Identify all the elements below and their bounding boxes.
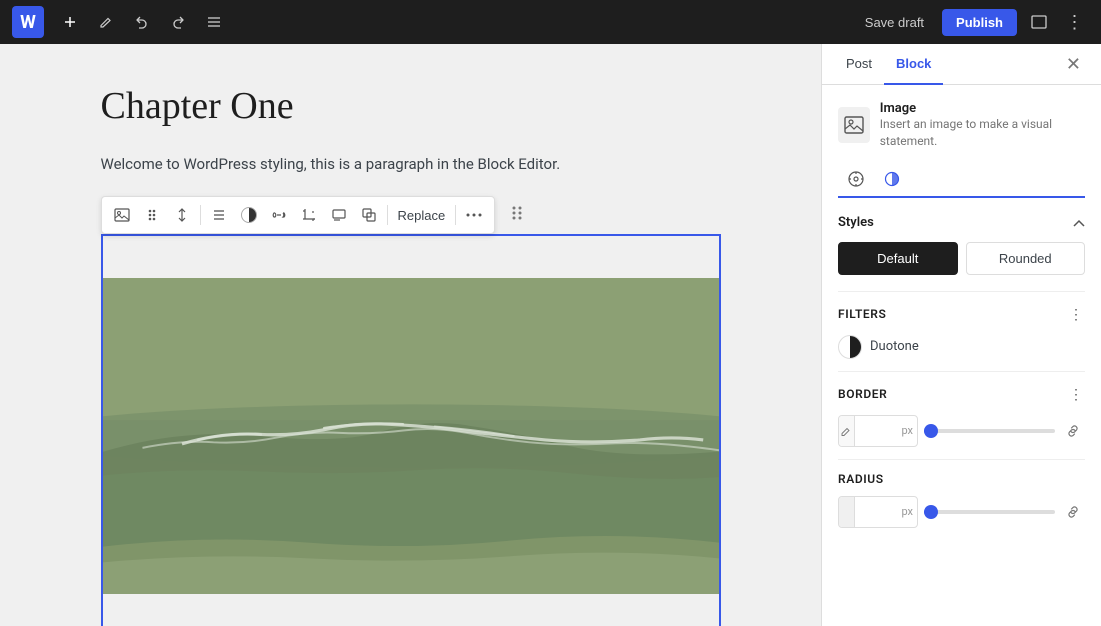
- styles-title: Styles: [838, 215, 874, 230]
- border-px-label: px: [901, 424, 917, 437]
- styles-section-header: Styles: [838, 214, 1085, 232]
- radius-px-input[interactable]: [855, 497, 902, 527]
- style-rounded-button[interactable]: Rounded: [966, 242, 1086, 275]
- sidebar-tabs: Post Block ✕: [822, 44, 1101, 85]
- style-default-button[interactable]: Default: [838, 242, 958, 275]
- block-type-title: Image: [880, 101, 1085, 116]
- tab-post[interactable]: Post: [834, 44, 884, 85]
- styles-section: Styles Default Rounded: [838, 214, 1085, 275]
- add-block-button[interactable]: [56, 8, 84, 36]
- block-type-icon: [838, 107, 870, 143]
- border-edit-icon: [839, 416, 855, 446]
- redo-button[interactable]: [164, 8, 192, 36]
- ocean-image: [103, 236, 719, 626]
- filters-section: Filters ⋮ Duotone: [838, 291, 1085, 359]
- editor-content: Chapter One Welcome to WordPress styling…: [101, 84, 721, 586]
- sidebar-body: Image Insert an image to make a visual s…: [822, 85, 1101, 552]
- toolbar-separator-1: [200, 205, 201, 225]
- radius-link-button[interactable]: [1061, 500, 1085, 524]
- tab-block[interactable]: Block: [884, 44, 943, 85]
- border-link-button[interactable]: [1061, 419, 1085, 443]
- radius-slider-thumb[interactable]: [924, 505, 938, 519]
- block-type-info: Image Insert an image to make a visual s…: [880, 101, 1085, 150]
- sidebar: Post Block ✕ Image Insert an image to ma…: [821, 44, 1101, 626]
- filter-row: Duotone: [838, 335, 1085, 359]
- top-toolbar: W Save draft Publish ⋮: [0, 0, 1101, 44]
- paragraph-text[interactable]: Welcome to WordPress styling, this is a …: [101, 152, 721, 176]
- image-size-button[interactable]: [355, 201, 383, 229]
- align-button[interactable]: [205, 201, 233, 229]
- border-title: BORDER: [838, 387, 887, 401]
- settings-filter-tabs: [838, 162, 1085, 198]
- radius-slider-track[interactable]: [924, 510, 1055, 514]
- editor-area: Chapter One Welcome to WordPress styling…: [0, 44, 821, 626]
- radius-px-label: px: [901, 505, 917, 518]
- duotone-filter-button[interactable]: [235, 201, 263, 229]
- toolbar-right: Save draft Publish ⋮: [855, 8, 1089, 36]
- radius-input-group: px: [838, 496, 918, 528]
- styles-toggle-button[interactable]: [1073, 214, 1085, 232]
- duotone-icon: [838, 335, 862, 359]
- block-more-options-button[interactable]: [460, 201, 488, 229]
- document-overview-button[interactable]: [200, 8, 228, 36]
- block-toolbar: Replace: [101, 196, 496, 234]
- radius-section-header: RADIUS: [838, 472, 1085, 486]
- radius-input-row: px: [838, 496, 1085, 528]
- undo-button[interactable]: [128, 8, 156, 36]
- main-area: Chapter One Welcome to WordPress styling…: [0, 44, 1101, 626]
- block-type-description: Insert an image to make a visual stateme…: [880, 116, 1085, 150]
- border-px-input[interactable]: [855, 416, 902, 446]
- border-slider-track[interactable]: [924, 429, 1055, 433]
- border-section: BORDER ⋮ px: [838, 371, 1085, 447]
- radius-section: RADIUS px: [838, 459, 1085, 528]
- image-block[interactable]: [101, 234, 721, 626]
- image-type-button[interactable]: [108, 201, 136, 229]
- sidebar-close-button[interactable]: ✕: [1058, 44, 1089, 84]
- block-type-header: Image Insert an image to make a visual s…: [838, 101, 1085, 150]
- save-draft-button[interactable]: Save draft: [855, 9, 934, 36]
- filters-section-header: Filters ⋮: [838, 304, 1085, 325]
- border-input-row: px: [838, 415, 1085, 447]
- radius-edit-icon: [839, 497, 855, 527]
- drag-handle[interactable]: [510, 205, 524, 225]
- move-up-down-button[interactable]: [168, 201, 196, 229]
- radius-title: RADIUS: [838, 472, 884, 486]
- wp-logo[interactable]: W: [12, 6, 44, 38]
- border-slider-thumb[interactable]: [924, 424, 938, 438]
- replace-button[interactable]: Replace: [392, 201, 452, 229]
- toolbar-separator-2: [387, 205, 388, 225]
- duotone-label: Duotone: [870, 339, 919, 354]
- toolbar-separator-3: [455, 205, 456, 225]
- link-button[interactable]: [265, 201, 293, 229]
- options-button[interactable]: ⋮: [1061, 8, 1089, 36]
- filters-options-button[interactable]: ⋮: [1067, 304, 1085, 325]
- border-input-group: px: [838, 415, 918, 447]
- caption-button[interactable]: [325, 201, 353, 229]
- settings-tab-button[interactable]: [838, 162, 874, 198]
- edit-icon-button[interactable]: [92, 8, 120, 36]
- chapter-title[interactable]: Chapter One: [101, 84, 721, 128]
- view-button[interactable]: [1025, 8, 1053, 36]
- style-buttons: Default Rounded: [838, 242, 1085, 275]
- publish-button[interactable]: Publish: [942, 9, 1017, 36]
- drag-button[interactable]: [138, 201, 166, 229]
- filter-tab-button[interactable]: [874, 162, 910, 198]
- crop-button[interactable]: [295, 201, 323, 229]
- filters-title: Filters: [838, 307, 886, 321]
- border-options-button[interactable]: ⋮: [1067, 384, 1085, 405]
- border-section-header: BORDER ⋮: [838, 384, 1085, 405]
